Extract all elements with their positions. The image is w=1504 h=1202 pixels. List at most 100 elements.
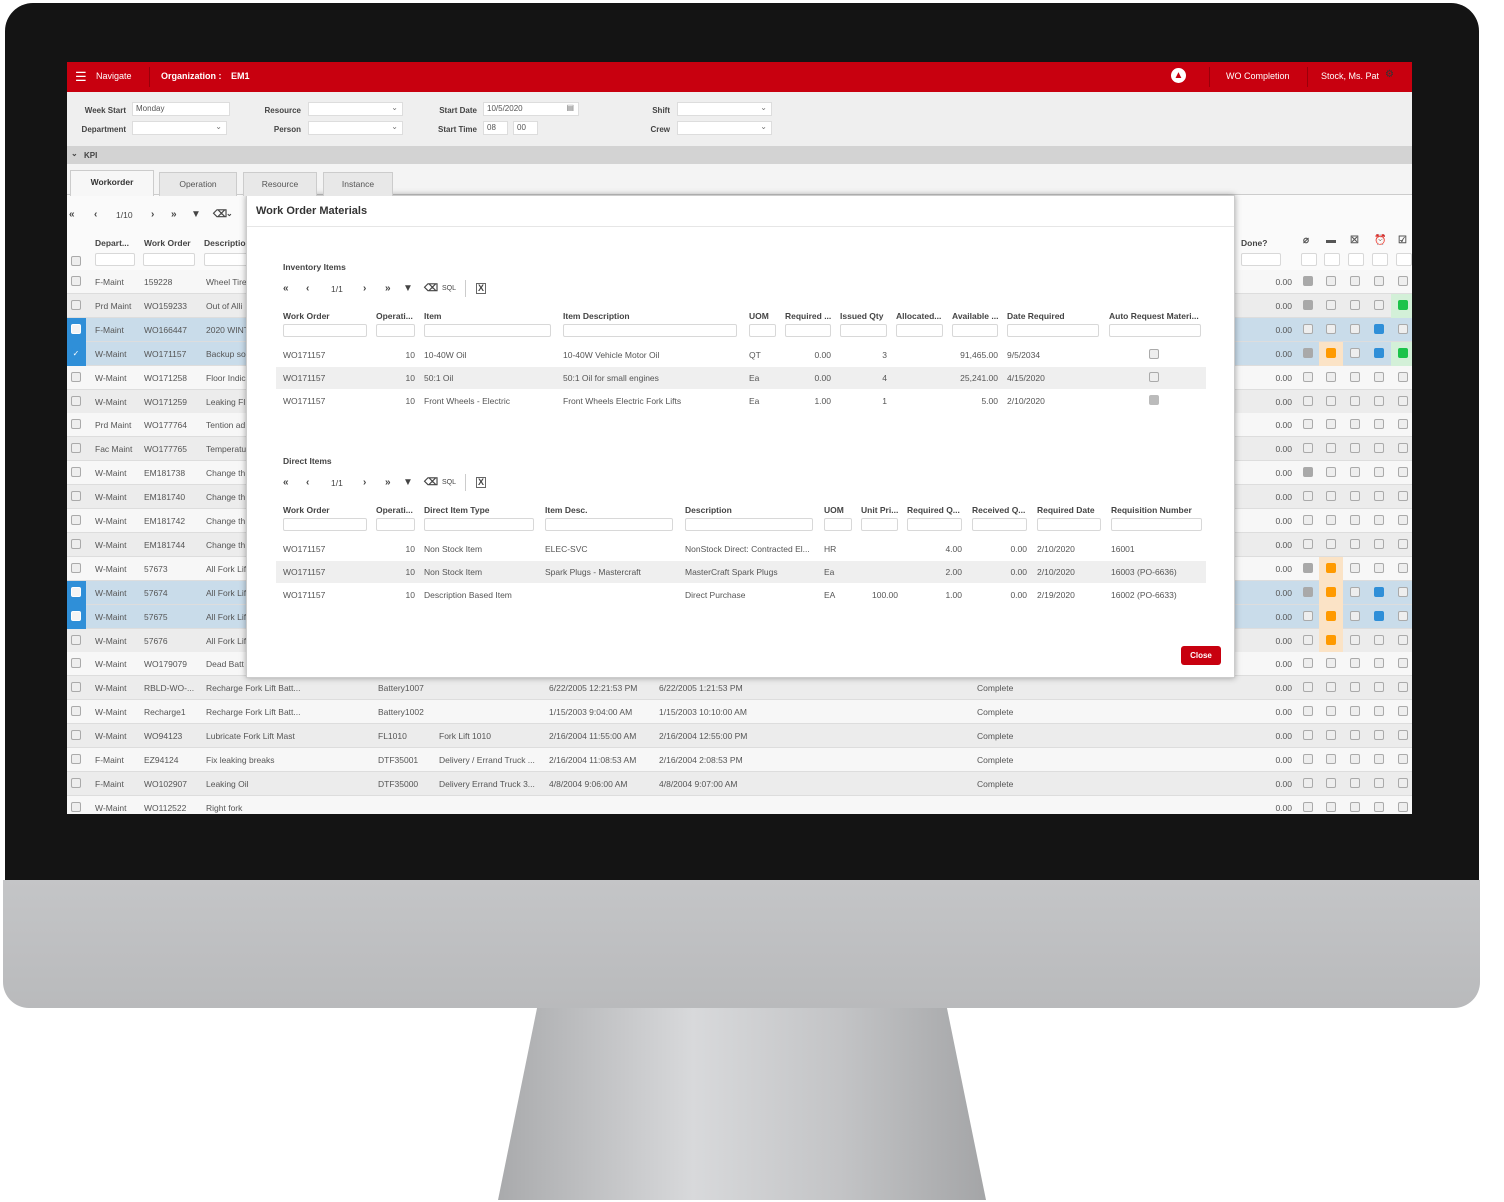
table-row[interactable]: W-Maint Recharge1 Recharge Fork Lift Batt.…	[67, 700, 1412, 725]
filter-icon[interactable]: ▼	[403, 477, 413, 488]
column-header[interactable]: Received Q...	[972, 505, 1025, 515]
column-filter-input[interactable]	[95, 253, 135, 266]
column-filter-input[interactable]	[1396, 253, 1412, 266]
column-header[interactable]: Issued Qty	[840, 311, 883, 321]
filter-icon[interactable]: ▼	[403, 283, 413, 294]
status-checkbox[interactable]	[1303, 323, 1313, 334]
first-page-icon[interactable]: «	[283, 283, 289, 294]
status-checkbox[interactable]	[1350, 371, 1360, 382]
column-filter-input[interactable]	[824, 518, 852, 531]
prev-page-icon[interactable]: ‹	[306, 283, 309, 294]
status-checkbox[interactable]	[1326, 515, 1336, 525]
row-checkbox[interactable]	[71, 586, 81, 597]
column-header[interactable]: Item Description	[563, 311, 630, 321]
status-checkbox[interactable]	[1398, 515, 1408, 525]
status-checkbox[interactable]	[1303, 801, 1313, 812]
column-filter-input[interactable]	[1007, 324, 1099, 337]
table-row[interactable]: WO171157 10 Non Stock Item ELEC-SVC NonStock…	[276, 538, 1206, 560]
status-checkbox[interactable]	[1350, 323, 1360, 334]
column-filter-input[interactable]	[861, 518, 898, 531]
status-checkbox[interactable]	[1374, 634, 1384, 645]
status-checkbox[interactable]	[1374, 323, 1384, 334]
prev-page-icon[interactable]: ‹	[306, 477, 309, 488]
row-checkbox[interactable]	[71, 682, 81, 693]
column-header[interactable]: Required Q...	[907, 505, 960, 515]
next-page-icon[interactable]: ›	[363, 477, 366, 488]
work-order-cell[interactable]: EM181740	[144, 492, 185, 502]
column-filter-input[interactable]	[1111, 518, 1202, 531]
clear-filter-icon[interactable]: ⌫	[424, 477, 438, 488]
status-checkbox[interactable]	[1303, 777, 1313, 788]
status-checkbox[interactable]	[1374, 299, 1384, 310]
status-checkbox[interactable]	[1398, 491, 1408, 502]
status-checkbox[interactable]	[1398, 610, 1408, 621]
last-page-icon[interactable]: »	[171, 209, 177, 220]
column-filter-input[interactable]	[424, 324, 551, 337]
status-checkbox[interactable]	[1303, 467, 1313, 478]
start-time-minute[interactable]: 00	[513, 121, 538, 135]
row-checkbox[interactable]	[71, 610, 81, 621]
last-page-icon[interactable]: »	[385, 283, 391, 294]
status-checkbox[interactable]	[1398, 562, 1408, 573]
column-filter-input[interactable]	[376, 324, 415, 337]
status-checkbox[interactable]	[1350, 467, 1360, 478]
status-checkbox[interactable]	[1350, 276, 1360, 286]
column-filter-input[interactable]	[424, 518, 534, 531]
status-checkbox[interactable]	[1374, 515, 1384, 525]
status-checkbox[interactable]	[1374, 491, 1384, 502]
status-checkbox[interactable]	[1303, 562, 1313, 573]
column-filter-input[interactable]	[283, 518, 367, 531]
status-checkbox[interactable]	[1374, 777, 1384, 788]
column-header[interactable]: Operati...	[376, 505, 413, 515]
status-checkbox[interactable]	[1350, 299, 1360, 310]
status-checkbox[interactable]	[1326, 586, 1336, 597]
status-checkbox[interactable]	[1374, 371, 1384, 382]
column-header[interactable]: Auto Request Materi...	[1109, 311, 1199, 321]
work-order-cell[interactable]: WO166447	[144, 325, 187, 335]
row-checkbox[interactable]	[71, 515, 81, 525]
row-checkbox[interactable]	[71, 467, 81, 478]
auto-request-checkbox[interactable]	[1149, 395, 1159, 405]
status-checkbox[interactable]	[1350, 515, 1360, 525]
status-checkbox[interactable]	[1303, 538, 1313, 549]
wo-completion-link[interactable]: WO Completion	[1226, 71, 1290, 81]
column-filter-input[interactable]	[143, 253, 195, 266]
status-checkbox[interactable]	[1326, 538, 1336, 549]
work-order-cell[interactable]: WO102907	[144, 779, 187, 789]
column-filter-input[interactable]	[1372, 253, 1388, 266]
status-checkbox[interactable]	[1326, 323, 1336, 334]
row-checkbox[interactable]	[71, 538, 81, 549]
work-order-cell[interactable]: EZ94124	[144, 755, 179, 765]
column-filter-input[interactable]	[1109, 324, 1201, 337]
status-checkbox[interactable]	[1374, 754, 1384, 764]
status-checkbox[interactable]	[1398, 634, 1408, 645]
status-checkbox[interactable]	[1374, 419, 1384, 430]
next-page-icon[interactable]: ›	[151, 209, 154, 220]
department-select[interactable]: ⌄	[132, 121, 227, 135]
status-checkbox[interactable]	[1326, 491, 1336, 502]
status-checkbox[interactable]	[1303, 395, 1313, 406]
crew-select[interactable]: ⌄	[677, 121, 772, 135]
status-checkbox[interactable]	[1303, 706, 1313, 717]
column-filter-input[interactable]	[952, 324, 998, 337]
row-checkbox[interactable]	[71, 730, 81, 741]
status-checkbox[interactable]	[1398, 299, 1408, 310]
row-checkbox[interactable]	[71, 299, 81, 310]
status-checkbox[interactable]	[1326, 347, 1336, 358]
column-filter-input[interactable]	[840, 324, 887, 337]
status-checkbox[interactable]	[1350, 395, 1360, 406]
row-checkbox[interactable]	[71, 276, 81, 286]
column-filter-input[interactable]	[1324, 253, 1340, 266]
status-checkbox[interactable]	[1326, 801, 1336, 812]
table-row[interactable]: W-Maint RBLD-WO-... Recharge Fork Lift Bat…	[67, 676, 1412, 701]
status-checkbox[interactable]	[1398, 323, 1408, 334]
status-checkbox[interactable]	[1350, 347, 1360, 358]
column-header[interactable]: Item Desc.	[545, 505, 588, 515]
user-menu[interactable]: Stock, Ms. Pat	[1321, 71, 1379, 81]
table-row[interactable]: F-Maint WO102907 Leaking Oil DTF35000 Delive…	[67, 771, 1412, 796]
column-header[interactable]: Required ...	[785, 311, 831, 321]
filter-icon[interactable]: ▼	[191, 209, 201, 220]
work-order-cell[interactable]: WO177765	[144, 444, 187, 454]
status-checkbox[interactable]	[1350, 419, 1360, 430]
work-order-cell[interactable]: WO159233	[144, 301, 187, 311]
